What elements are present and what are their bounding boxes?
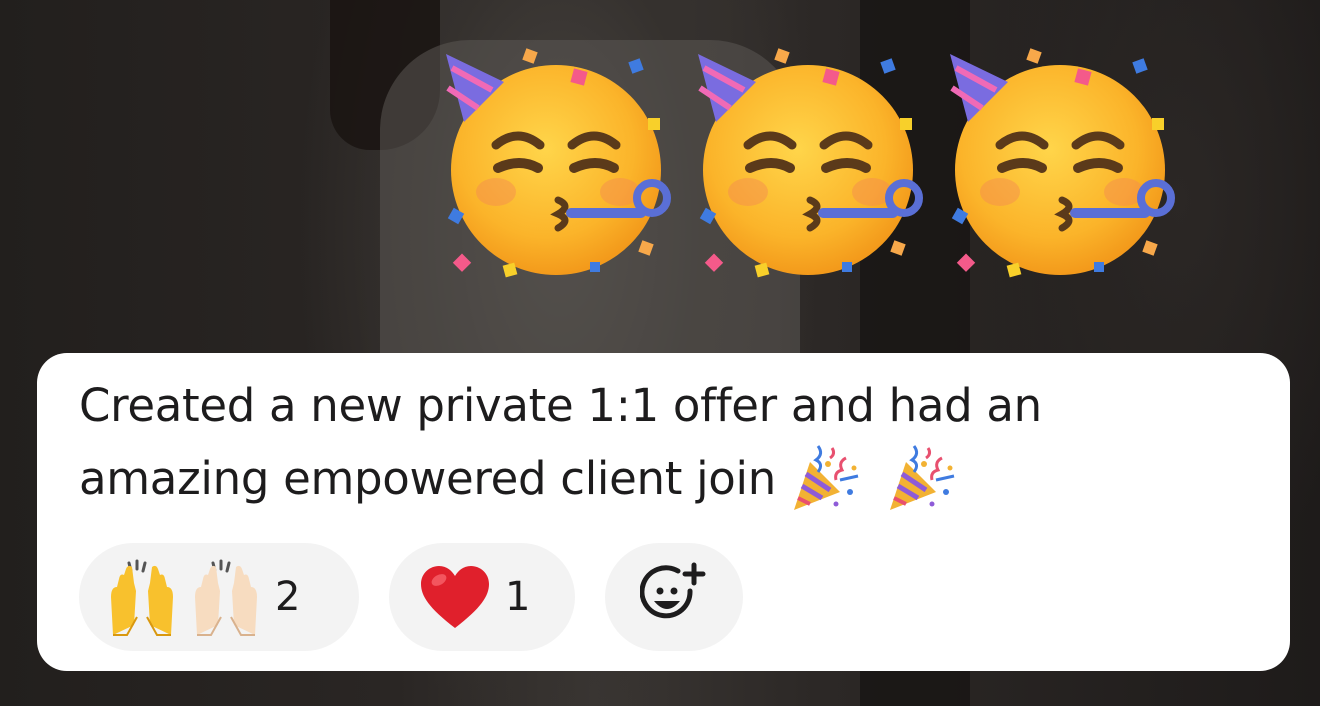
party-popper-icon — [788, 440, 862, 514]
raising-hands-light-icon — [191, 557, 261, 637]
reaction-count: 1 — [505, 574, 531, 620]
reaction-count: 2 — [275, 574, 301, 620]
partying-face-icon — [934, 40, 1186, 280]
message-text: Created a new private 1:1 offer and had … — [79, 371, 1239, 514]
red-heart-icon — [419, 564, 491, 630]
raising-hands-icon — [107, 557, 177, 637]
message-card: Created a new private 1:1 offer and had … — [37, 353, 1290, 671]
reaction-raising-hands[interactable]: 2 — [79, 543, 359, 651]
reactions-bar: 2 1 — [79, 543, 743, 651]
partying-face-icon — [682, 40, 934, 280]
message-line-1: Created a new private 1:1 offer and had … — [79, 379, 1042, 432]
message-line-2-container: amazing empowered client join — [79, 440, 1239, 514]
party-popper-icon — [884, 440, 958, 514]
jumbo-emoji-row — [430, 40, 1190, 280]
add-reaction-button[interactable] — [605, 543, 743, 651]
partying-face-icon — [430, 40, 682, 280]
reaction-red-heart[interactable]: 1 — [389, 543, 575, 651]
message-line-2: amazing empowered client join — [79, 452, 776, 505]
add-reaction-icon — [639, 561, 708, 634]
